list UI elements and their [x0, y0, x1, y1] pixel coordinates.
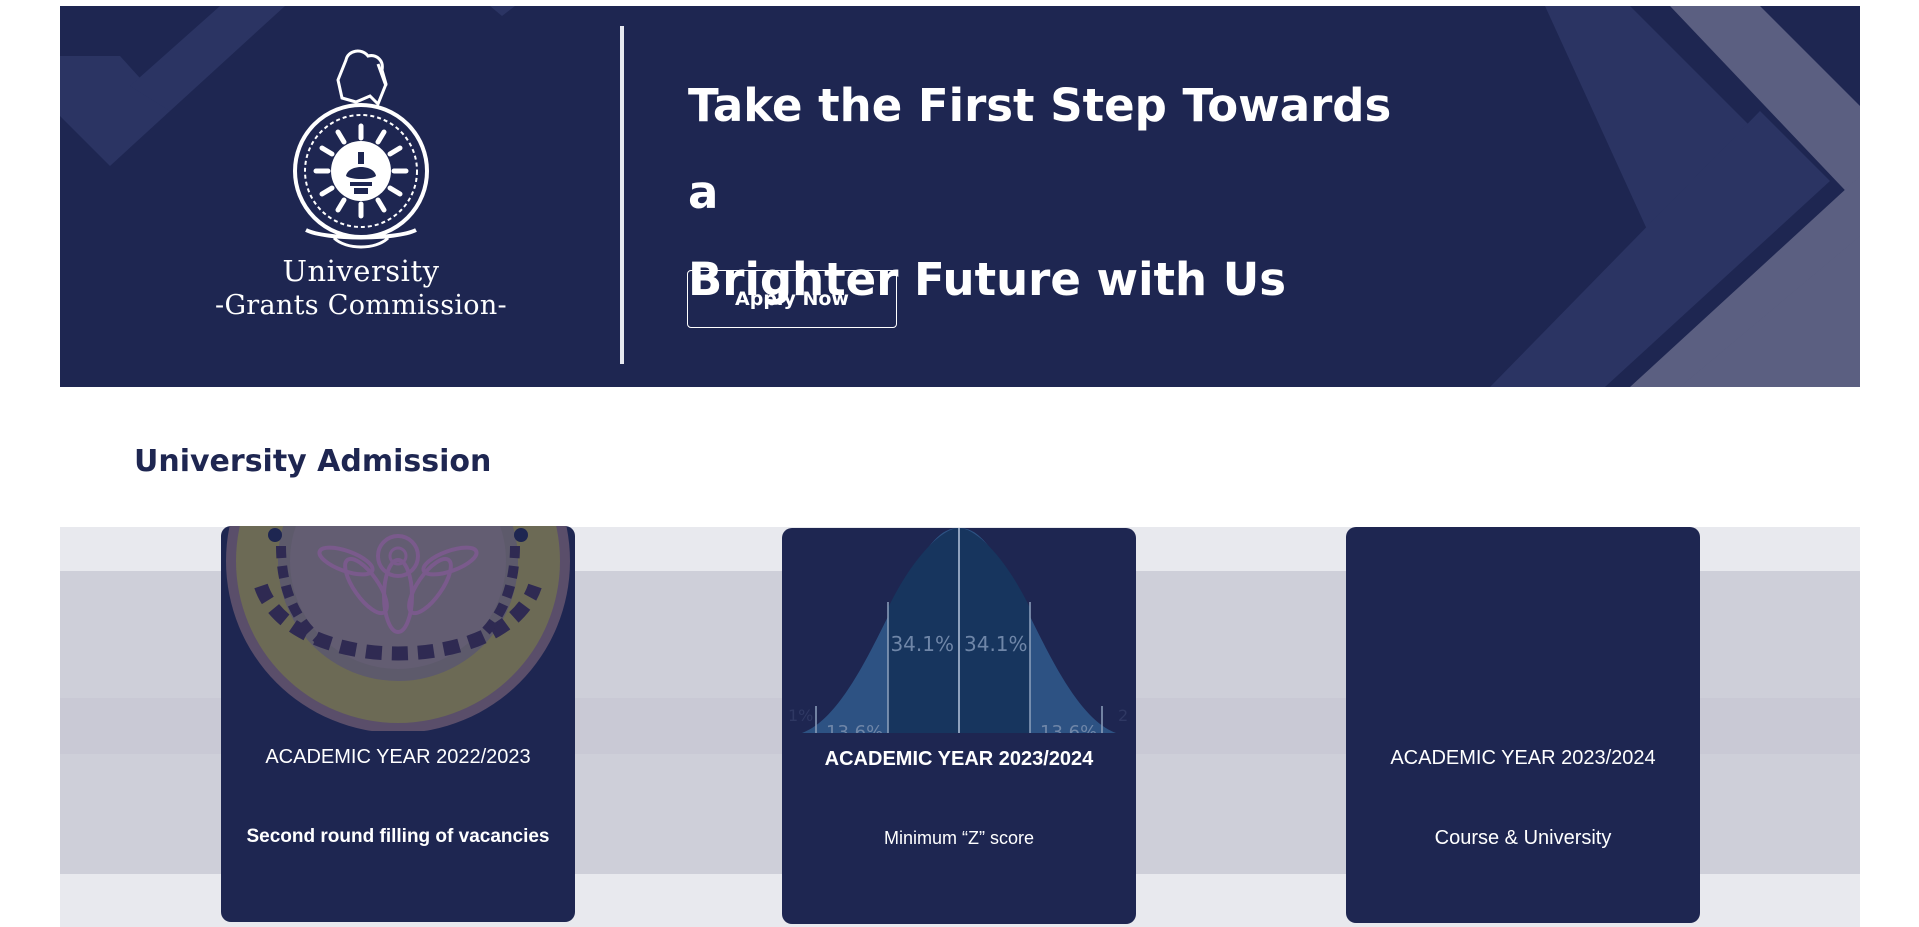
ugc-logo: University -Grants Commission-: [206, 46, 516, 321]
section-title: University Admission: [134, 444, 492, 479]
normal-distribution-icon: 34.1% 34.1% 13.6% 13.6% 1% 2: [788, 528, 1128, 733]
university-emblem-icon: [293, 49, 429, 249]
hero-banner: University -Grants Commission- Take the …: [60, 6, 1860, 387]
card-course-and-university[interactable]: ACADEMIC YEAR 2023/2024 Course & Univers…: [1346, 527, 1700, 923]
card-subtitle: Minimum “Z” score: [883, 828, 1034, 848]
card-minimum-z-score[interactable]: 34.1% 34.1% 13.6% 13.6% 1% 2 ACADEMIC YE…: [782, 528, 1136, 924]
logo-text-grants-commission: -Grants Commission-: [215, 290, 507, 321]
card-year: ACADEMIC YEAR 2023/2024: [1390, 747, 1656, 769]
card-year: ACADEMIC YEAR 2023/2024: [824, 748, 1094, 770]
logo-text-university: University: [282, 254, 440, 288]
card-media: 34.1% 34.1% 13.6% 13.6% 1% 2: [782, 528, 1136, 733]
card-second-round-vacancies[interactable]: ACADEMIC YEAR 2022/2023 Second round fil…: [221, 526, 575, 922]
university-seal-icon: [226, 526, 570, 731]
page-frame: University -Grants Commission- Take the …: [60, 6, 1860, 927]
dist-label-left-center: 34.1%: [890, 632, 954, 656]
dist-label-right-tail: 2: [1118, 706, 1128, 725]
card-year: ACADEMIC YEAR 2022/2023: [265, 746, 531, 768]
dist-label-right-center: 34.1%: [964, 632, 1028, 656]
card-subtitle: Second round filling of vacancies: [246, 826, 550, 847]
headline-line-1: Take the First Step Towards a: [688, 79, 1392, 219]
card-subtitle: Course & University: [1434, 827, 1612, 849]
card-media-blank: [1346, 527, 1700, 732]
dist-label-left-tail: 1%: [788, 706, 813, 725]
dist-label-right-mid: 13.6%: [1040, 722, 1097, 733]
hero-divider: [620, 26, 624, 364]
card-media: [221, 526, 575, 731]
dist-label-left-mid: 13.6%: [826, 722, 883, 733]
apply-now-button[interactable]: Apply Now: [687, 270, 897, 328]
